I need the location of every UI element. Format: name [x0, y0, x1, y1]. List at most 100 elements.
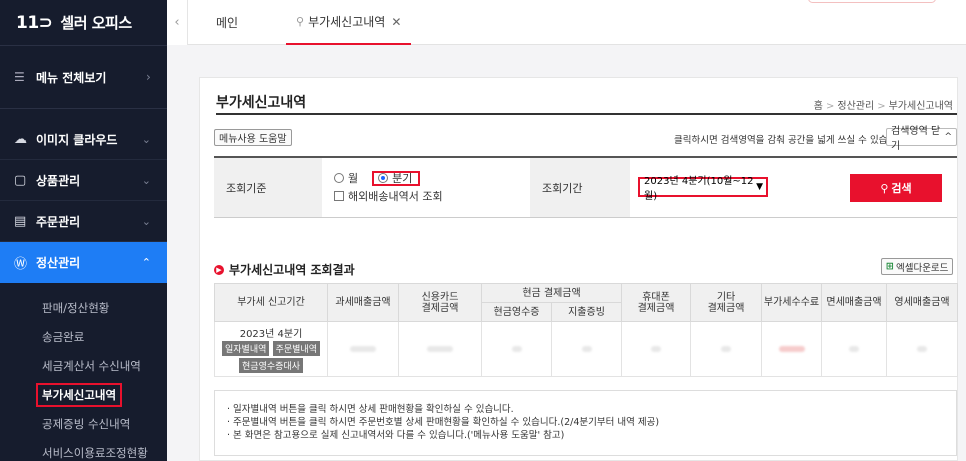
cell-vat-fee: [761, 321, 823, 377]
tab-label: 메인: [216, 16, 239, 30]
radio-month[interactable]: [334, 173, 344, 183]
submenu-sales-status[interactable]: 판매/정산현황: [0, 293, 167, 322]
cell-cash-receipt: [481, 321, 552, 377]
help-button[interactable]: 메뉴사용 도움말: [214, 129, 292, 146]
sidebar-item-orders[interactable]: ▤ 주문관리 ⌄: [0, 201, 167, 242]
chevron-right-icon: ›: [146, 70, 151, 84]
tab-vat-report[interactable]: ⚲ 부가세신고내역 ✕: [286, 0, 412, 45]
header-cash-group: 현금 결제금액: [480, 283, 623, 303]
close-tab-icon[interactable]: ✕: [391, 15, 401, 29]
radio-quarter-label: 분기: [392, 172, 413, 185]
header-taxable: 과세매출금액: [327, 283, 399, 322]
menu-all-button[interactable]: ☰ 메뉴 전체보기 ›: [0, 45, 167, 109]
excel-download-button[interactable]: ⊞ 엑셀다운로드: [881, 258, 954, 275]
close-search-button[interactable]: 검색영역 닫기 ^: [886, 126, 957, 152]
period-select-value: 2023년 4분기(10월~12월): [644, 176, 754, 202]
breadcrumb-current: 부가세신고내역: [888, 101, 953, 112]
sidebar-item-label: 상품관리: [36, 173, 81, 188]
excel-icon: ⊞: [886, 261, 894, 272]
radio-quarter-highlight[interactable]: 분기: [372, 170, 421, 186]
hamburger-icon: ☰: [14, 70, 25, 84]
radio-month-label: 월: [348, 172, 359, 185]
note-line: · 일자별내역 버튼을 클릭 하시면 상세 판매현황을 확인하실 수 있습니다.: [227, 404, 514, 415]
box-icon: ▢: [14, 172, 27, 188]
order-detail-button[interactable]: 주문별내역: [272, 340, 320, 356]
cell-exempt: [821, 321, 888, 377]
sidebar: 11⊃ 셀러 오피스 ☰ 메뉴 전체보기 › ☁ 이미지 클라우드 ⌄ ▢ 상품…: [0, 0, 167, 461]
row-period-text: 2023년 4분기: [239, 328, 303, 340]
header-mobile: 휴대폰 결제금액: [621, 283, 692, 322]
app-logo[interactable]: 11⊃ 셀러 오피스: [0, 0, 167, 45]
results-title: ▶ 부가세신고내역 조회결과: [214, 261, 355, 278]
chevron-up-icon: ⌃: [141, 256, 151, 269]
cell-period: 2023년 4분기 일자별내역 주문별내역 현금영수증대사: [214, 321, 328, 377]
logo-mark: 11⊃: [16, 12, 53, 33]
daily-detail-button[interactable]: 일자별내역: [222, 340, 270, 356]
chevron-left-icon: ‹: [174, 15, 180, 30]
submenu-tax-invoice[interactable]: 세금계산서 수신내역: [0, 351, 167, 380]
breadcrumb-home[interactable]: 홈: [814, 101, 823, 112]
overseas-check-label: 해외배송내역서 조회: [348, 190, 443, 203]
sidebar-item-image-cloud[interactable]: ☁ 이미지 클라우드 ⌄: [0, 119, 167, 160]
cash-receipt-match-button[interactable]: 현금영수증대사: [239, 357, 303, 373]
table-row: 2023년 4분기 일자별내역 주문별내역 현금영수증대사: [214, 321, 959, 377]
top-notification-pill: [808, 0, 936, 3]
cloud-icon: ☁: [14, 131, 27, 147]
search-button-label: 검색: [891, 182, 912, 195]
radio-quarter[interactable]: [378, 173, 389, 183]
submenu-deduction-proof[interactable]: 공제증빙 수신내역: [0, 409, 167, 438]
results-table: 부가세 신고기간 과세매출금액 신용카드 결제금액 현금 결제금액 휴대폰 결제금액…: [214, 283, 959, 377]
header-zero: 영세매출금액: [886, 283, 959, 322]
sidebar-item-label: 이미지 클라우드: [36, 132, 118, 147]
submenu-vat-report[interactable]: 부가세신고내역: [0, 380, 167, 409]
close-search-label: 검색영역 닫기: [891, 126, 941, 152]
header-expense-proof: 지출증빙: [550, 302, 623, 322]
cell-taxable: [327, 321, 399, 377]
notes-box: · 일자별내역 버튼을 클릭 하시면 상세 판매현황을 확인하실 수 있습니다.…: [214, 390, 957, 456]
sidebar-item-settlement[interactable]: Ⓦ 정산관리 ⌃: [0, 242, 167, 283]
overseas-check-row: 해외배송내역서 조회: [334, 188, 443, 204]
search-button[interactable]: ⚲ 검색: [850, 174, 942, 202]
header-cash-receipt: 현금영수증: [481, 302, 552, 322]
sidebar-collapse-button[interactable]: ‹: [167, 0, 188, 45]
header-period: 부가세 신고기간: [214, 283, 328, 322]
period-select[interactable]: 2023년 4분기(10월~12월) ▼: [638, 176, 768, 202]
cell-zero: [886, 321, 959, 377]
dropdown-arrow-icon: ▼: [756, 182, 763, 192]
won-icon: Ⓦ: [14, 257, 28, 272]
header-other: 기타 결제금액: [690, 283, 763, 322]
chevron-down-icon: ⌄: [141, 132, 151, 146]
excel-download-label: 엑셀다운로드: [895, 262, 949, 274]
basis-radio-group: 월 분기: [334, 170, 421, 186]
submenu-remittance[interactable]: 송금완료: [0, 322, 167, 351]
sidebar-item-label: 주문관리: [36, 214, 81, 229]
cell-other: [690, 321, 763, 377]
app-name: 셀러 오피스: [60, 14, 132, 32]
bullet-arrow-icon: ▶: [214, 264, 224, 275]
search-hide-note: 클릭하시면 검색영역을 감춰 공간을 넓게 쓰실 수 있습니다.: [674, 135, 908, 146]
cell-card: [398, 321, 482, 377]
tab-bar: 메인 ⚲ 부가세신고내역 ✕: [188, 0, 966, 45]
pin-icon[interactable]: ⚲: [296, 15, 304, 28]
note-line: · 주문별내역 버튼을 클릭 하시면 주문번호별 상세 판매현황을 확인하실 수…: [227, 417, 660, 428]
cell-mobile: [621, 321, 692, 377]
submenu-service-fee-adjust[interactable]: 서비스이용료조정현황: [0, 438, 167, 461]
header-exempt: 면세매출금액: [821, 283, 888, 322]
content-panel: 부가세신고내역 홈 > 정산관리 > 부가세신고내역 메뉴사용 도움말 클릭하시면 검색…: [199, 77, 959, 461]
sidebar-item-products[interactable]: ▢ 상품관리 ⌄: [0, 160, 167, 201]
menu-all-label: 메뉴 전체보기: [36, 70, 107, 85]
breadcrumb-section[interactable]: 정산관리: [837, 101, 874, 112]
tab-main[interactable]: 메인: [216, 0, 238, 45]
search-icon: ⚲: [880, 181, 889, 195]
sidebar-item-label: 정산관리: [36, 256, 81, 270]
order-icon: ▤: [14, 213, 27, 229]
results-title-text: 부가세신고내역 조회결과: [229, 263, 355, 277]
settlement-submenu: 판매/정산현황 송금완료 세금계산서 수신내역 부가세신고내역 공제증빙 수신내…: [0, 283, 167, 461]
search-criteria: 조회기준 월 분기 해외배송내역서 조회 조회기간 2023년 4분기(10월~…: [214, 156, 957, 218]
overseas-checkbox[interactable]: [334, 191, 344, 201]
breadcrumb: 홈 > 정산관리 > 부가세신고내역: [813, 101, 953, 112]
chevron-down-icon: ⌄: [141, 214, 151, 228]
cell-expense-proof: [550, 321, 623, 377]
chevron-up-icon: ^: [944, 132, 952, 142]
title-divider: [216, 113, 957, 115]
